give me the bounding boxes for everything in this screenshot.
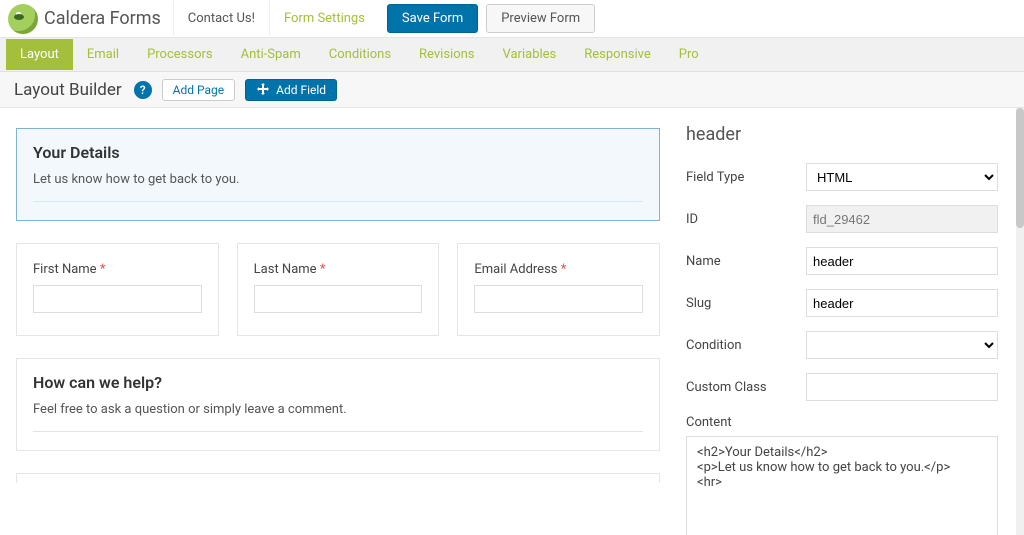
help-icon[interactable]: ? xyxy=(134,81,152,99)
field-email-address[interactable]: Email Address * xyxy=(457,243,660,336)
tab-responsive[interactable]: Responsive xyxy=(570,39,665,70)
condition-label: Condition xyxy=(686,338,796,353)
field-inspector: header Field Type HTML ID Name Slug xyxy=(676,108,1016,535)
required-asterisk: * xyxy=(100,262,106,277)
empty-block[interactable] xyxy=(16,473,660,483)
text-input[interactable] xyxy=(474,285,643,313)
content-label: Content xyxy=(686,415,998,430)
html-block-header[interactable]: Your Details Let us know how to get back… xyxy=(16,128,660,221)
field-type-select[interactable]: HTML xyxy=(806,163,998,191)
tab-anti-spam[interactable]: Anti-Spam xyxy=(227,39,315,70)
row-condition: Condition xyxy=(686,331,998,359)
add-page-button[interactable]: Add Page xyxy=(162,79,235,101)
row-name: Name xyxy=(686,247,998,275)
content-textarea[interactable]: <h2>Your Details</h2> <p>Let us know how… xyxy=(686,436,998,535)
id-field xyxy=(806,205,998,233)
builder-toolbar: Layout Builder ? Add Page Add Field xyxy=(0,72,1024,108)
field-label: Email Address * xyxy=(474,262,643,277)
tab-pro[interactable]: Pro xyxy=(665,39,713,70)
form-name-tab[interactable]: Contact Us! xyxy=(173,1,270,36)
save-form-button[interactable]: Save Form xyxy=(387,4,478,33)
required-asterisk: * xyxy=(320,262,326,277)
block-divider xyxy=(33,431,643,432)
field-label-text: Last Name xyxy=(254,262,317,277)
custom-class-label: Custom Class xyxy=(686,380,796,395)
caldera-logo-icon xyxy=(8,4,38,34)
row-custom-class: Custom Class xyxy=(686,373,998,401)
preview-form-button[interactable]: Preview Form xyxy=(486,4,595,33)
field-label-text: First Name xyxy=(33,262,97,277)
row-slug: Slug xyxy=(686,289,998,317)
row-id: ID xyxy=(686,205,998,233)
id-label: ID xyxy=(686,212,796,227)
field-label: First Name * xyxy=(33,262,202,277)
field-label-text: Email Address xyxy=(474,262,557,277)
field-first-name[interactable]: First Name * xyxy=(16,243,219,336)
add-field-button[interactable]: Add Field xyxy=(245,79,337,101)
top-bar: Caldera Forms Contact Us! Form Settings … xyxy=(0,0,1024,38)
builder-title: Layout Builder xyxy=(14,80,122,100)
block-text: Let us know how to get back to you. xyxy=(33,172,643,187)
tab-variables[interactable]: Variables xyxy=(489,39,571,70)
tab-nav: Layout Email Processors Anti-Spam Condit… xyxy=(0,38,1024,72)
main: Your Details Let us know how to get back… xyxy=(0,108,1024,535)
name-label: Name xyxy=(686,254,796,269)
html-block-help[interactable]: How can we help? Feel free to ask a ques… xyxy=(16,358,660,451)
text-input[interactable] xyxy=(254,285,423,313)
form-settings-link[interactable]: Form Settings xyxy=(270,1,379,36)
custom-class-field[interactable] xyxy=(806,373,998,401)
field-type-label: Field Type xyxy=(686,170,796,185)
field-label: Last Name * xyxy=(254,262,423,277)
slug-label: Slug xyxy=(686,296,796,311)
name-field[interactable] xyxy=(806,247,998,275)
tab-layout[interactable]: Layout xyxy=(6,39,73,70)
move-icon xyxy=(256,83,270,97)
layout-canvas: Your Details Let us know how to get back… xyxy=(0,108,676,535)
tab-processors[interactable]: Processors xyxy=(133,39,227,70)
field-last-name[interactable]: Last Name * xyxy=(237,243,440,336)
tab-conditions[interactable]: Conditions xyxy=(315,39,405,70)
app-title: Caldera Forms xyxy=(44,8,161,29)
block-heading: Your Details xyxy=(33,143,643,162)
required-asterisk: * xyxy=(561,262,567,277)
block-divider xyxy=(33,201,643,202)
block-heading: How can we help? xyxy=(33,373,643,392)
block-text: Feel free to ask a question or simply le… xyxy=(33,402,643,417)
tab-email[interactable]: Email xyxy=(73,39,133,70)
tab-revisions[interactable]: Revisions xyxy=(405,39,488,70)
logo: Caldera Forms xyxy=(8,4,173,34)
condition-select[interactable] xyxy=(806,331,998,359)
row-field-type: Field Type HTML xyxy=(686,163,998,191)
slug-field[interactable] xyxy=(806,289,998,317)
add-field-label: Add Field xyxy=(276,83,326,97)
text-input[interactable] xyxy=(33,285,202,313)
fields-row: First Name * Last Name * Email Address * xyxy=(16,243,660,336)
vertical-scrollbar[interactable] xyxy=(1016,108,1024,535)
inspector-title: header xyxy=(686,124,998,145)
